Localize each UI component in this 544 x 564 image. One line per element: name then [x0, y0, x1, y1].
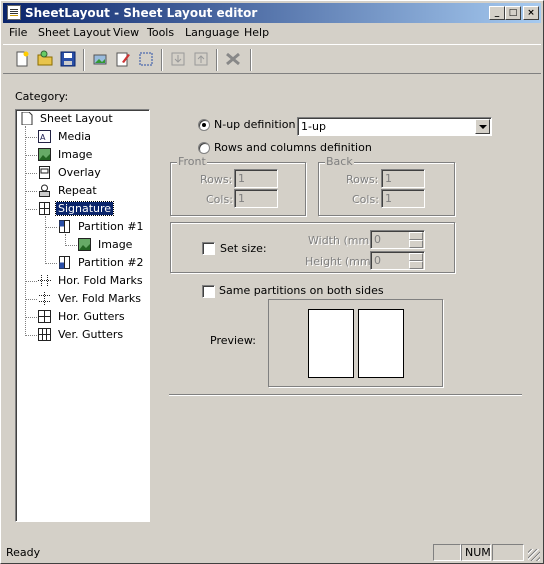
preview-area [268, 299, 443, 387]
partition-icon [58, 220, 71, 233]
status-panel-caps [433, 544, 461, 561]
nup-definition-label: N-up definition [214, 118, 296, 131]
height-field[interactable]: 0 [370, 251, 425, 270]
edit-icon[interactable] [114, 50, 132, 68]
resize-grip[interactable] [528, 549, 540, 561]
preview-page-front [308, 309, 354, 378]
page-icon [20, 111, 33, 126]
close-button[interactable]: × [523, 6, 539, 20]
back-rows-field[interactable]: 1 [381, 169, 425, 188]
width-spin-up[interactable] [409, 232, 423, 240]
status-panel-scrl [492, 544, 524, 561]
title-bar[interactable]: SheetLayout - Sheet Layout editor _ □ × [3, 3, 541, 23]
image-icon [78, 238, 91, 251]
open-icon[interactable] [36, 50, 54, 68]
status-text: Ready [6, 546, 41, 559]
select-icon[interactable] [137, 50, 155, 68]
same-partitions-label: Same partitions on both sides [219, 284, 384, 297]
rows-cols-definition-radio[interactable] [198, 142, 210, 154]
menu-file[interactable]: File [9, 26, 27, 39]
menu-help[interactable]: Help [244, 26, 269, 39]
width-value: 0 [374, 233, 381, 246]
front-cols-label: Cols: [206, 193, 233, 206]
main-window: SheetLayout - Sheet Layout editor _ □ × … [0, 0, 544, 564]
vgutter-icon [38, 328, 51, 341]
preview-label: Preview: [210, 334, 256, 347]
signature-icon [38, 202, 51, 215]
front-rows-label: Rows: [200, 173, 233, 186]
menu-sheet-layout[interactable]: Sheet Layout [38, 26, 111, 39]
back-rows-label: Rows: [346, 173, 379, 186]
set-size-checkbox[interactable] [202, 242, 215, 255]
category-tree[interactable]: Sheet Layout A Media Image Overlay Repea… [15, 109, 150, 522]
height-spin-down[interactable] [409, 261, 423, 269]
delete-icon[interactable] [224, 50, 242, 68]
width-field[interactable]: 0 [370, 230, 425, 249]
repeat-icon [38, 184, 51, 197]
height-spin-up[interactable] [409, 253, 423, 261]
separator [169, 394, 522, 396]
front-rows-field[interactable]: 1 [234, 169, 278, 188]
hgutter-icon [38, 310, 51, 323]
window-title: SheetLayout - Sheet Layout editor [25, 6, 258, 20]
height-value: 0 [374, 254, 381, 267]
new-icon[interactable] [13, 50, 31, 68]
rows-cols-definition-label: Rows and columns definition [214, 141, 372, 154]
media-icon: A [38, 130, 51, 143]
toolbar [3, 44, 541, 74]
width-spin-down[interactable] [409, 240, 423, 248]
partition-icon [58, 256, 71, 269]
same-partitions-checkbox[interactable] [202, 285, 215, 298]
back-cols-field[interactable]: 1 [381, 189, 425, 208]
image-icon[interactable] [91, 50, 109, 68]
category-label: Category: [15, 90, 69, 103]
preview-page-back [358, 309, 404, 378]
front-cols-field[interactable]: 1 [234, 189, 278, 208]
nup-select-value: 1-up [301, 120, 326, 133]
maximize-button[interactable]: □ [505, 6, 521, 20]
menu-view[interactable]: View [113, 26, 139, 39]
menu-tools[interactable]: Tools [147, 26, 174, 39]
svg-text:A: A [40, 133, 46, 142]
width-label: Width (mm): [308, 234, 378, 247]
menu-language[interactable]: Language [185, 26, 239, 39]
app-icon [7, 5, 21, 20]
front-group-title: Front [177, 155, 207, 168]
move-down-icon[interactable] [169, 50, 187, 68]
nup-select[interactable]: 1-up [297, 117, 492, 136]
set-size-label: Set size: [220, 242, 267, 255]
menu-bar: File Sheet Layout View Tools Language He… [3, 24, 541, 43]
move-up-icon[interactable] [192, 50, 210, 68]
back-group-title: Back [325, 155, 354, 168]
minimize-button[interactable]: _ [489, 6, 505, 20]
nup-definition-radio[interactable] [198, 119, 210, 131]
vfold-icon [38, 292, 51, 305]
chevron-down-icon[interactable] [475, 119, 490, 134]
image-icon [38, 148, 51, 161]
back-cols-label: Cols: [352, 193, 379, 206]
overlay-icon [38, 166, 51, 179]
status-bar: Ready NUM [3, 542, 541, 562]
hfold-icon [38, 274, 51, 287]
height-label: Height (mm): [305, 255, 379, 268]
save-icon[interactable] [59, 50, 77, 68]
status-num: NUM [461, 544, 491, 561]
